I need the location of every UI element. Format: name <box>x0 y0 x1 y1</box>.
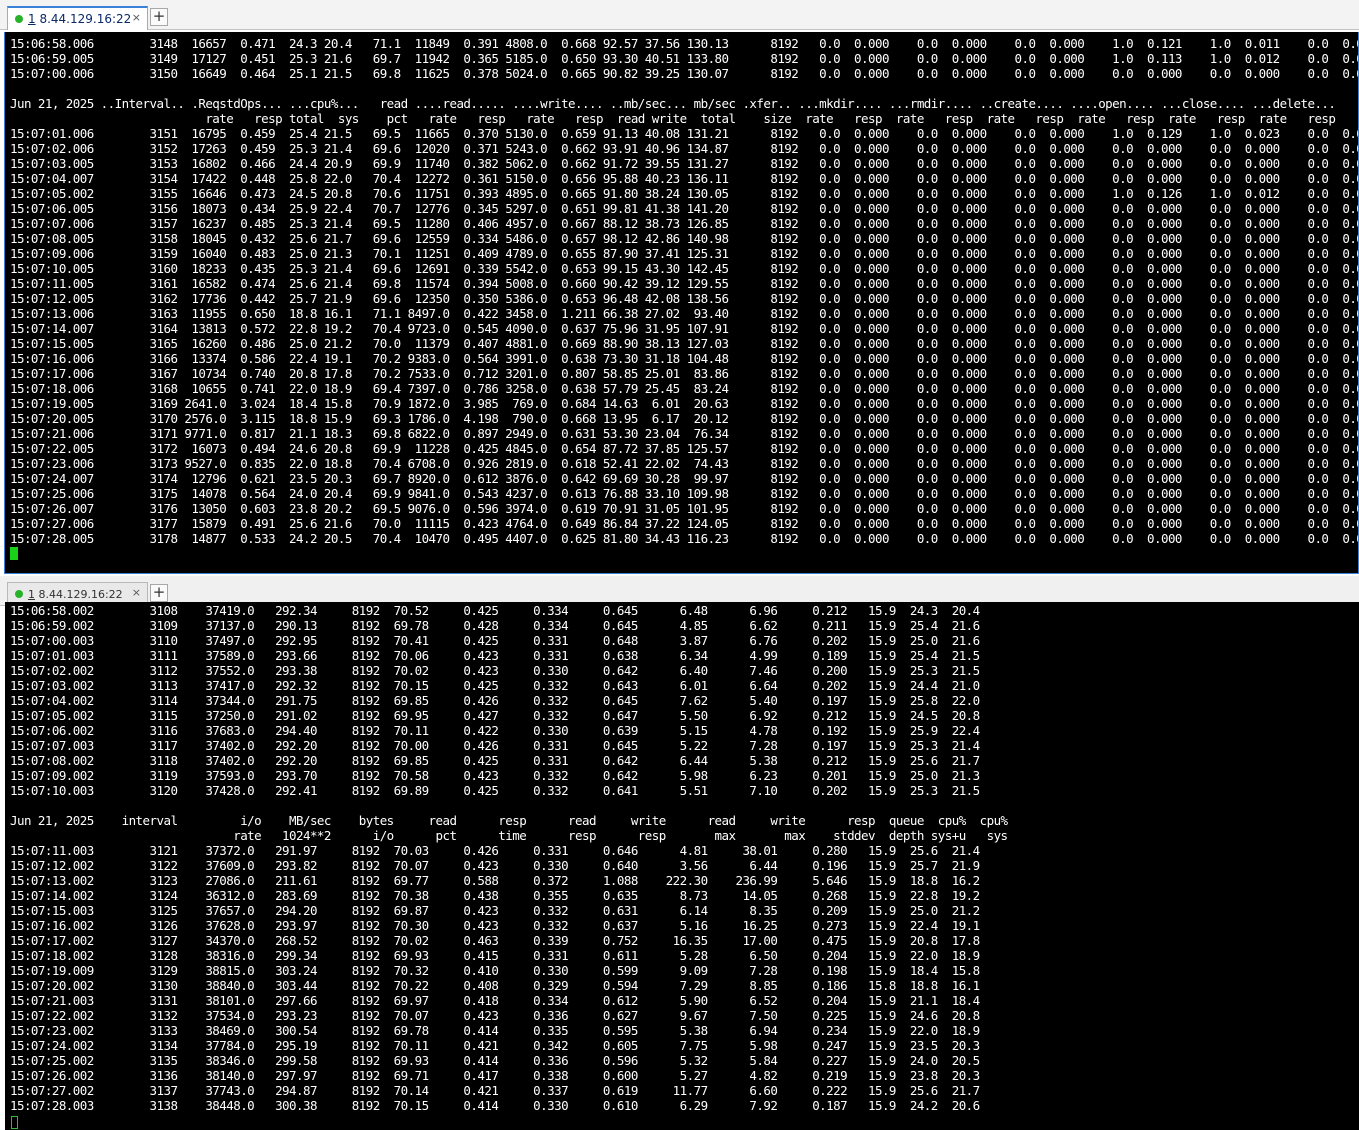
terminal-line: 15:07:08.002 3118 37402.0 292.20 8192 69… <box>10 753 980 768</box>
terminal-line: 15:07:17.002 3127 34370.0 268.52 8192 70… <box>10 933 980 948</box>
terminal-line: 15:07:28.005 3178 14877 0.533 24.2 20.5 … <box>10 531 1359 546</box>
terminal-line: 15:07:16.002 3126 37628.0 293.97 8192 70… <box>10 918 980 933</box>
terminal-line: 15:07:02.006 3152 17263 0.459 25.3 21.4 … <box>10 141 1359 156</box>
top-terminal-pane: 1 8.44.129.16:22 × + 15:06:58.006 3148 1… <box>0 0 1359 574</box>
terminal-line: Jun 21, 2025 ..Interval.. .ReqstdOps... … <box>10 96 1336 111</box>
terminal-line: 15:07:28.003 3138 38448.0 300.38 8192 70… <box>10 1098 980 1113</box>
terminal-line: 15:07:12.002 3122 37609.0 293.82 8192 70… <box>10 858 980 873</box>
terminal-line: 15:07:03.002 3113 37417.0 292.32 8192 70… <box>10 678 980 693</box>
terminal-line: 15:07:21.006 3171 9771.0 0.817 21.1 18.3… <box>10 426 1359 441</box>
terminal-line: 15:07:01.006 3151 16795 0.459 25.4 21.5 … <box>10 126 1359 141</box>
terminal-line: 15:07:07.006 3157 16237 0.485 25.3 21.4 … <box>10 216 1359 231</box>
terminal-line: 15:07:19.005 3169 2641.0 3.024 18.4 15.8… <box>10 396 1359 411</box>
terminal-line: 15:07:06.005 3156 18073 0.434 25.9 22.4 … <box>10 201 1359 216</box>
terminal-line: 15:07:12.005 3162 17736 0.442 25.7 21.9 … <box>10 291 1359 306</box>
terminal-line: 15:07:09.002 3119 37593.0 293.70 8192 70… <box>10 768 980 783</box>
terminal-text: 15:06:58.006 3148 16657 0.471 24.3 20.4 … <box>5 32 1358 546</box>
terminal-line: 15:07:22.002 3132 37534.0 293.23 8192 70… <box>10 1008 980 1023</box>
terminal-line: 15:07:04.002 3114 37344.0 291.75 8192 69… <box>10 693 980 708</box>
terminal-line: 15:06:58.002 3108 37419.0 292.34 8192 70… <box>10 603 980 618</box>
terminal-line: 15:07:20.005 3170 2576.0 3.115 18.8 15.9… <box>10 411 1359 426</box>
terminal-line: 15:07:05.002 3155 16646 0.473 24.5 20.8 … <box>10 186 1359 201</box>
terminal-line: 15:06:59.005 3149 17127 0.451 25.3 21.6 … <box>10 51 1359 66</box>
top-tab-bar: 1 8.44.129.16:22 × + <box>0 0 1359 30</box>
terminal-cursor <box>10 547 18 560</box>
terminal-line: 15:07:17.006 3167 10734 0.740 20.8 17.8 … <box>10 366 1359 381</box>
terminal-line: rate 1024**2 i/o pct time resp resp max … <box>10 828 1008 843</box>
terminal-line: 15:06:59.002 3109 37137.0 290.13 8192 69… <box>10 618 980 633</box>
terminal-line: 15:07:23.006 3173 9527.0 0.835 22.0 18.8… <box>10 456 1359 471</box>
new-tab-button[interactable]: + <box>150 584 168 602</box>
terminal-line: 15:07:04.007 3154 17422 0.448 25.8 22.0 … <box>10 171 1359 186</box>
terminal-line: 15:07:00.006 3150 16649 0.464 25.1 21.5 … <box>10 66 1359 81</box>
terminal-cursor <box>11 1116 18 1129</box>
terminal-line: 15:07:24.007 3174 12796 0.621 23.5 20.3 … <box>10 471 1359 486</box>
terminal-line: 15:07:21.003 3131 38101.0 297.66 8192 69… <box>10 993 980 1008</box>
terminal-line: 15:07:19.009 3129 38815.0 303.24 8192 70… <box>10 963 980 978</box>
terminal-line: 15:07:11.005 3161 16582 0.474 25.6 21.4 … <box>10 276 1359 291</box>
terminal-line: rate resp total sys pct rate resp rate r… <box>10 111 1336 126</box>
terminal-line: 15:07:11.003 3121 37372.0 291.97 8192 70… <box>10 843 980 858</box>
terminal-text: 15:06:58.002 3108 37419.0 292.34 8192 70… <box>5 602 1359 1113</box>
terminal-line: 15:07:26.002 3136 38140.0 297.97 8192 69… <box>10 1068 980 1083</box>
terminal-line: 15:07:15.005 3165 16260 0.486 25.0 21.2 … <box>10 336 1359 351</box>
session-tab-top[interactable]: 1 8.44.129.16:22 × <box>7 6 148 30</box>
terminal-line: 15:07:26.007 3176 13050 0.603 23.8 20.2 … <box>10 501 1359 516</box>
terminal-line: 15:07:16.006 3166 13374 0.586 22.4 19.1 … <box>10 351 1359 366</box>
terminal-line: 15:07:01.003 3111 37589.0 293.66 8192 70… <box>10 648 980 663</box>
terminal-line: 15:07:14.007 3164 13813 0.572 22.8 19.2 … <box>10 321 1359 336</box>
terminal-line: 15:07:06.002 3116 37683.0 294.40 8192 70… <box>10 723 980 738</box>
terminal-line: 15:07:15.003 3125 37657.0 294.20 8192 69… <box>10 903 980 918</box>
terminal-line: 15:07:25.002 3135 38346.0 299.58 8192 69… <box>10 1053 980 1068</box>
terminal-line: 15:07:24.002 3134 37784.0 295.19 8192 70… <box>10 1038 980 1053</box>
terminal-line: 15:07:09.006 3159 16040 0.483 25.0 21.3 … <box>10 246 1359 261</box>
tab-label: 1 8.44.129.16:22 <box>28 12 132 26</box>
terminal-line: 15:07:02.002 3112 37552.0 293.38 8192 70… <box>10 663 980 678</box>
terminal-line: 15:07:27.002 3137 37743.0 294.87 8192 70… <box>10 1083 980 1098</box>
terminal-line: 15:07:23.002 3133 38469.0 300.54 8192 69… <box>10 1023 980 1038</box>
terminal-line: 15:07:10.005 3160 18233 0.435 25.3 21.4 … <box>10 261 1359 276</box>
terminal-line: 15:07:10.003 3120 37428.0 292.41 8192 69… <box>10 783 980 798</box>
terminal-output-bottom[interactable]: 15:06:58.002 3108 37419.0 292.34 8192 70… <box>5 602 1359 1130</box>
bottom-terminal-pane: 1 8.44.129.16:22 × + 15:06:58.002 3108 3… <box>0 576 1359 1130</box>
terminal-line: 15:07:18.002 3128 38316.0 299.34 8192 69… <box>10 948 980 963</box>
connected-status-icon <box>15 590 23 598</box>
connected-status-icon <box>15 15 23 23</box>
close-tab-icon[interactable]: × <box>132 11 141 24</box>
terminal-line: 15:07:13.002 3123 27086.0 211.61 8192 69… <box>10 873 980 888</box>
terminal-line: 15:07:00.003 3110 37497.0 292.95 8192 70… <box>10 633 980 648</box>
terminal-line: 15:07:07.003 3117 37402.0 292.20 8192 70… <box>10 738 980 753</box>
terminal-line: 15:07:25.006 3175 14078 0.564 24.0 20.4 … <box>10 486 1359 501</box>
new-tab-button[interactable]: + <box>150 8 168 26</box>
terminal-line: 15:07:08.005 3158 18045 0.432 25.6 21.7 … <box>10 231 1359 246</box>
terminal-line: 15:06:58.006 3148 16657 0.471 24.3 20.4 … <box>10 36 1359 51</box>
close-tab-icon[interactable]: × <box>132 586 141 599</box>
terminal-line: 15:07:03.005 3153 16802 0.466 24.4 20.9 … <box>10 156 1359 171</box>
terminal-line: 15:07:22.005 3172 16073 0.494 24.6 20.8 … <box>10 441 1359 456</box>
terminal-line: 15:07:14.002 3124 36312.0 283.69 8192 70… <box>10 888 980 903</box>
terminal-line: 15:07:05.002 3115 37250.0 291.02 8192 69… <box>10 708 980 723</box>
terminal-line: 15:07:20.002 3130 38840.0 303.44 8192 70… <box>10 978 980 993</box>
terminal-output-top[interactable]: 15:06:58.006 3148 16657 0.471 24.3 20.4 … <box>4 32 1359 574</box>
tab-label: 1 8.44.129.16:22 <box>28 588 123 601</box>
terminal-line: 15:07:27.006 3177 15879 0.491 25.6 21.6 … <box>10 516 1359 531</box>
terminal-line: Jun 21, 2025 interval i/o MB/sec bytes r… <box>10 813 1008 828</box>
terminal-line: 15:07:13.006 3163 11955 0.650 18.8 16.1 … <box>10 306 1359 321</box>
terminal-line: 15:07:18.006 3168 10655 0.741 22.0 18.9 … <box>10 381 1359 396</box>
